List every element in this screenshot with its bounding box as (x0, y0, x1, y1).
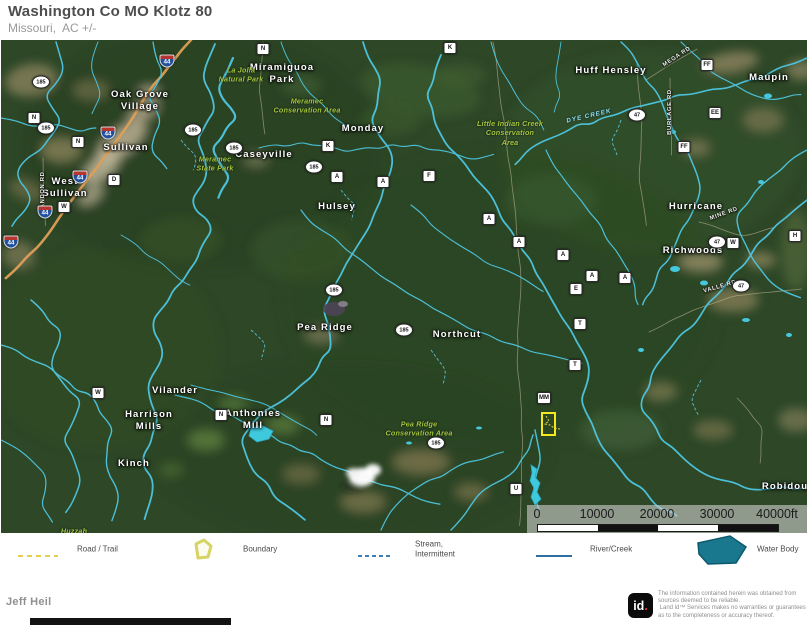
logo-dot: . (644, 599, 647, 613)
land-id-logo: id. (628, 593, 653, 618)
scale-tick-label: 20000 (640, 507, 675, 521)
logo-text: id (633, 599, 644, 613)
legend-label: Water Body (757, 544, 799, 554)
scale-segment (598, 525, 658, 531)
satellite-imagery (1, 40, 807, 533)
scale-segment (658, 525, 718, 531)
credit-block: id. The information contained herein was… (628, 591, 808, 620)
header: Washington Co MO Klotz 80 Missouri, AC +… (8, 3, 212, 35)
scale-bar-segments (537, 524, 779, 532)
scale-tick-label: 0 (534, 507, 541, 521)
legend-label: Road / Trail (77, 544, 118, 554)
river-creek-icon (534, 546, 574, 564)
road-trail-icon (16, 546, 60, 564)
disclaimer-line: Land id™ Services makes no warranties or… (658, 605, 808, 612)
map-export-page: Washington Co MO Klotz 80 Missouri, AC +… (0, 0, 808, 625)
stream-intermittent-icon (356, 546, 394, 564)
legend-label: Boundary (243, 544, 277, 554)
map-title: Washington Co MO Klotz 80 (8, 3, 212, 20)
disclaimer: The information contained herein was obt… (658, 591, 808, 620)
map-subtitle: Missouri, AC +/- (8, 21, 212, 35)
bottom-black-bar (30, 618, 231, 625)
scale-segment (538, 525, 598, 531)
legend: Road / Trail Boundary Stream, Intermittent… (0, 533, 808, 578)
legend-label: Stream, Intermittent (415, 540, 455, 559)
author-name: Jeff Heil (6, 596, 52, 608)
disclaimer-line: as to the completeness or accuracy there… (658, 613, 808, 620)
scale-segment (718, 525, 778, 531)
scale-tick-label: 10000 (580, 507, 615, 521)
scale-tick-label: 40000ft (756, 507, 798, 521)
boundary-icon (191, 537, 215, 566)
legend-label: River/Creek (590, 544, 632, 554)
scale-bar: 0 10000 20000 30000 40000ft (527, 505, 807, 533)
map-canvas[interactable]: Oak Grove VillageSullivanWest SullivanMi… (1, 40, 807, 533)
scale-tick-label: 30000 (700, 507, 735, 521)
disclaimer-line: The information contained herein was obt… (658, 591, 808, 598)
water-body-icon (694, 535, 748, 570)
